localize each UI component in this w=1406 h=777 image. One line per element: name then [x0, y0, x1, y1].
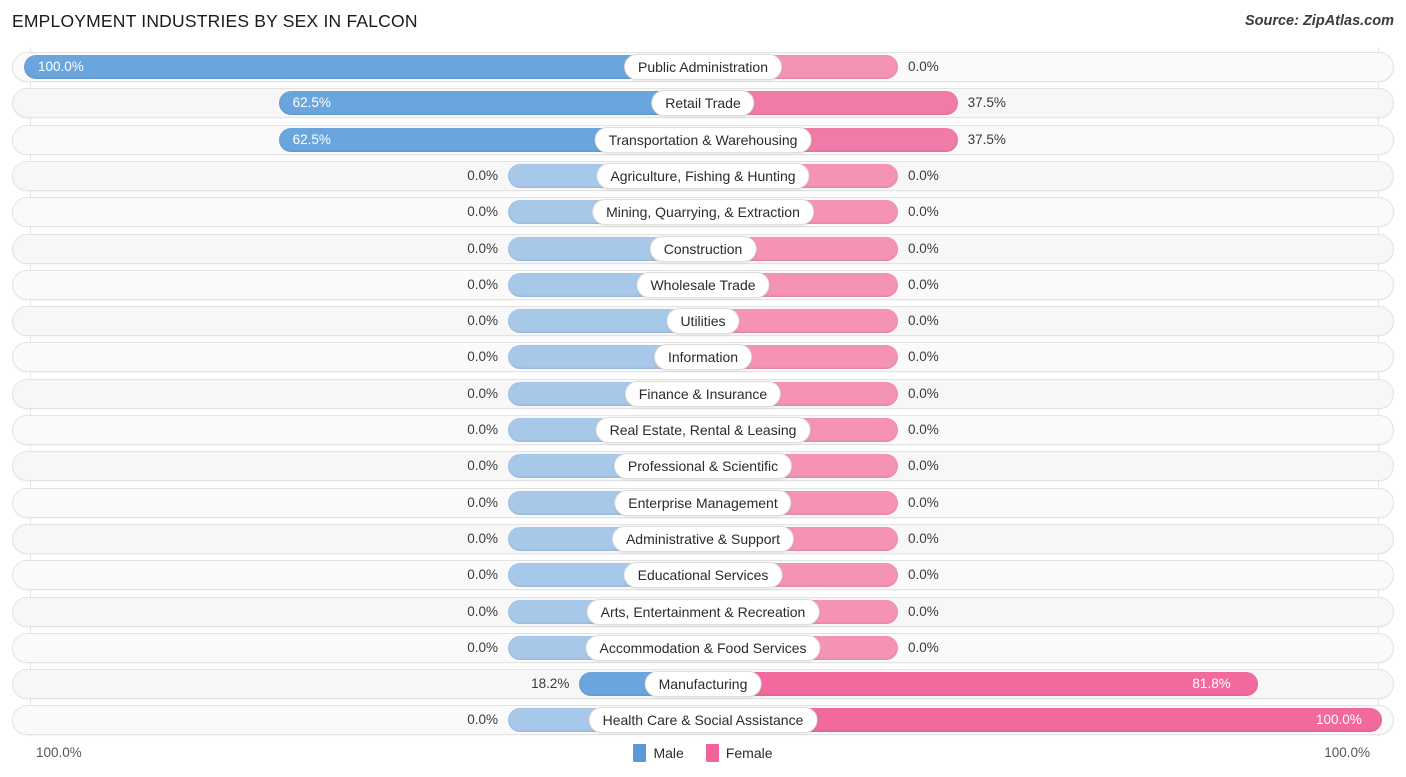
- category-label[interactable]: Arts, Entertainment & Recreation: [586, 598, 820, 625]
- bar-value-male: 0.0%: [467, 240, 498, 256]
- bar-value-female: 0.0%: [908, 458, 939, 474]
- table-row[interactable]: 0.0% 0.0% Real Estate, Rental & Leasing: [12, 415, 1394, 445]
- chart-legend: Male Female: [0, 744, 1406, 762]
- category-label[interactable]: Enterprise Management: [614, 489, 792, 516]
- table-row[interactable]: 0.0% 0.0% Finance & Insurance: [12, 378, 1394, 409]
- bar-value-female: 0.0%: [908, 603, 939, 619]
- bar-value-female: 37.5%: [967, 95, 1006, 111]
- bar-value-male: 0.0%: [467, 530, 498, 546]
- bar-value-female: 0.0%: [908, 167, 939, 183]
- bar-value-male: 0.0%: [467, 494, 498, 510]
- legend-swatch-male: [633, 744, 647, 762]
- chart-plot-area: 100.0% 0.0% Public Administration 62.5% 37.5…: [0, 47, 1406, 737]
- bar-value-male: 18.2%: [531, 676, 570, 692]
- source-attribution: Source: ZipAtlas.com: [1244, 13, 1394, 29]
- bar-male[interactable]: [278, 91, 703, 116]
- legend-swatch-female: [705, 744, 719, 762]
- bar-value-female: 0.0%: [908, 204, 939, 220]
- legend-item-male[interactable]: Male: [633, 744, 684, 762]
- table-row[interactable]: 0.0% 0.0% Wholesale Trade: [12, 269, 1394, 300]
- table-row[interactable]: 62.5% 37.5% Transportation & Warehousing: [12, 124, 1394, 155]
- bar-value-male: 0.0%: [467, 567, 498, 583]
- bar-value-female: 0.0%: [908, 530, 939, 546]
- bar-value-female: 81.8%: [1192, 676, 1231, 692]
- category-label[interactable]: Manufacturing: [644, 671, 762, 698]
- bar-value-male: 100.0%: [38, 59, 84, 74]
- axis-label-right: 100.0%: [1324, 745, 1370, 760]
- table-row[interactable]: 0.0% 0.0% Agriculture, Fishing & Hunting: [12, 160, 1394, 191]
- bar-value-female: 0.0%: [908, 349, 939, 365]
- bar-value-female: 0.0%: [908, 385, 939, 401]
- legend-item-female[interactable]: Female: [705, 744, 773, 762]
- category-label[interactable]: Health Care & Social Assistance: [588, 707, 818, 734]
- category-label[interactable]: Professional & Scientific: [613, 453, 793, 480]
- bar-value-female: 100.0%: [1316, 712, 1362, 728]
- category-label[interactable]: Public Administration: [624, 54, 782, 80]
- bar-value-female: 0.0%: [908, 494, 939, 510]
- table-row[interactable]: 0.0% 0.0% Enterprise Management: [12, 487, 1394, 518]
- chart-footer: 100.0% Male Female 100.0%: [0, 737, 1406, 777]
- category-label[interactable]: Administrative & Support: [611, 525, 795, 552]
- table-row[interactable]: 62.5% 37.5% Retail Trade: [12, 88, 1394, 119]
- category-label[interactable]: Mining, Quarrying, & Extraction: [592, 199, 814, 226]
- bar-value-female: 0.0%: [908, 422, 939, 437]
- bar-value-male: 0.0%: [467, 458, 498, 474]
- category-label[interactable]: Real Estate, Rental & Leasing: [595, 417, 811, 443]
- page-title: EMPLOYMENT INDUSTRIES BY SEX IN FALCON: [12, 11, 418, 31]
- table-row[interactable]: 0.0% 0.0% Construction: [12, 233, 1394, 264]
- table-row[interactable]: 0.0% 0.0% Information: [12, 342, 1394, 373]
- table-row[interactable]: 0.0% 0.0% Mining, Quarrying, & Extraction: [12, 197, 1394, 228]
- bar-value-female: 0.0%: [908, 639, 939, 655]
- category-label[interactable]: Information: [653, 344, 753, 371]
- legend-label-male: Male: [653, 745, 684, 761]
- table-row[interactable]: 100.0% 0.0% Public Administration: [12, 52, 1394, 82]
- category-label[interactable]: Transportation & Warehousing: [594, 126, 812, 153]
- bar-value-male: 0.0%: [467, 167, 498, 183]
- bar-value-male: 0.0%: [467, 276, 498, 292]
- bar-value-male: 0.0%: [467, 422, 498, 437]
- bar-value-male: 0.0%: [467, 603, 498, 619]
- legend-label-female: Female: [725, 745, 773, 761]
- bar-value-female: 0.0%: [908, 59, 939, 74]
- bar-value-male: 62.5%: [292, 131, 331, 147]
- table-row[interactable]: 0.0% 0.0% Educational Services: [12, 560, 1394, 591]
- table-row[interactable]: 0.0% 0.0% Accommodation & Food Services: [12, 632, 1394, 663]
- table-row[interactable]: 18.2% 81.8% Manufacturing: [12, 669, 1394, 700]
- bar-value-male: 0.0%: [467, 639, 498, 655]
- category-label[interactable]: Finance & Insurance: [624, 380, 782, 407]
- table-row[interactable]: 0.0% 0.0% Administrative & Support: [12, 523, 1394, 554]
- bar-value-male: 0.0%: [467, 349, 498, 365]
- table-row[interactable]: 0.0% 0.0% Arts, Entertainment & Recreation: [12, 596, 1394, 627]
- bar-male[interactable]: [24, 55, 703, 79]
- category-label[interactable]: Wholesale Trade: [636, 271, 770, 298]
- category-label[interactable]: Construction: [649, 235, 757, 262]
- bar-value-female: 0.0%: [908, 240, 939, 256]
- bar-value-male: 0.0%: [467, 712, 498, 728]
- bar-value-male: 0.0%: [467, 385, 498, 401]
- table-row[interactable]: 0.0% 0.0% Utilities: [12, 306, 1394, 337]
- table-row[interactable]: 0.0% 0.0% Professional & Scientific: [12, 451, 1394, 482]
- chart-header: EMPLOYMENT INDUSTRIES BY SEX IN FALCON S…: [0, 0, 1406, 47]
- bar-female[interactable]: [703, 672, 1259, 697]
- category-label[interactable]: Educational Services: [623, 562, 783, 589]
- bar-value-female: 0.0%: [908, 313, 939, 329]
- category-label[interactable]: Utilities: [666, 308, 740, 335]
- bar-value-female: 0.0%: [908, 567, 939, 583]
- bar-value-female: 0.0%: [908, 276, 939, 292]
- table-row[interactable]: 0.0% 100.0% Health Care & Social Assistanc…: [12, 705, 1394, 736]
- category-label[interactable]: Accommodation & Food Services: [585, 634, 821, 661]
- bar-value-female: 37.5%: [967, 131, 1006, 147]
- chart-page: EMPLOYMENT INDUSTRIES BY SEX IN FALCON S…: [0, 0, 1406, 777]
- category-label[interactable]: Retail Trade: [651, 90, 755, 117]
- category-label[interactable]: Agriculture, Fishing & Hunting: [596, 162, 810, 189]
- bar-value-male: 62.5%: [292, 95, 331, 111]
- bar-value-male: 0.0%: [467, 313, 498, 329]
- bar-value-male: 0.0%: [467, 204, 498, 220]
